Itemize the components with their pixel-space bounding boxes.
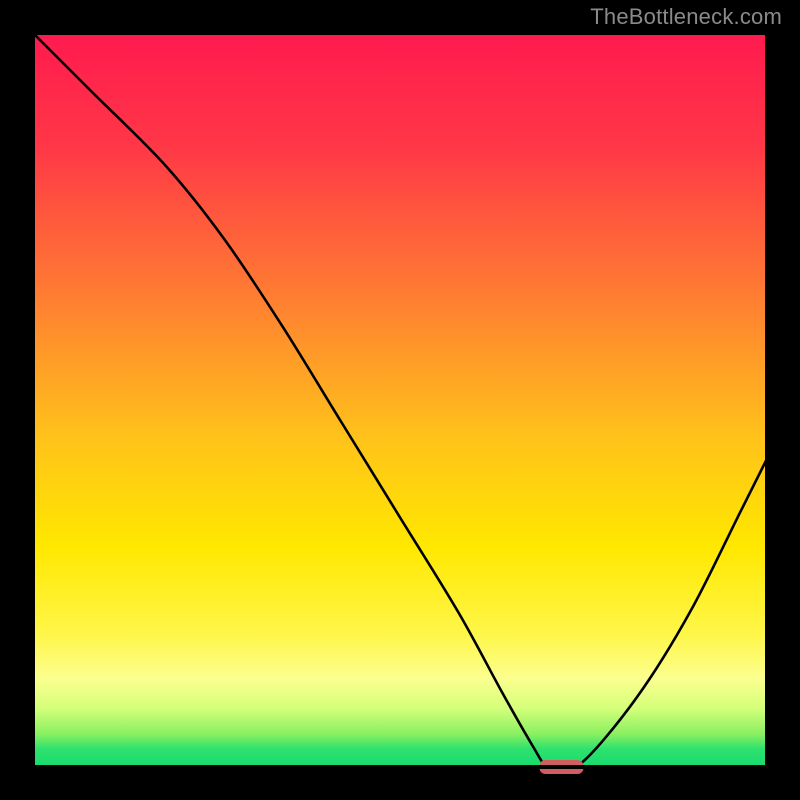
bottleneck-chart-svg bbox=[0, 0, 800, 800]
chart-frame: TheBottleneck.com bbox=[0, 0, 800, 800]
